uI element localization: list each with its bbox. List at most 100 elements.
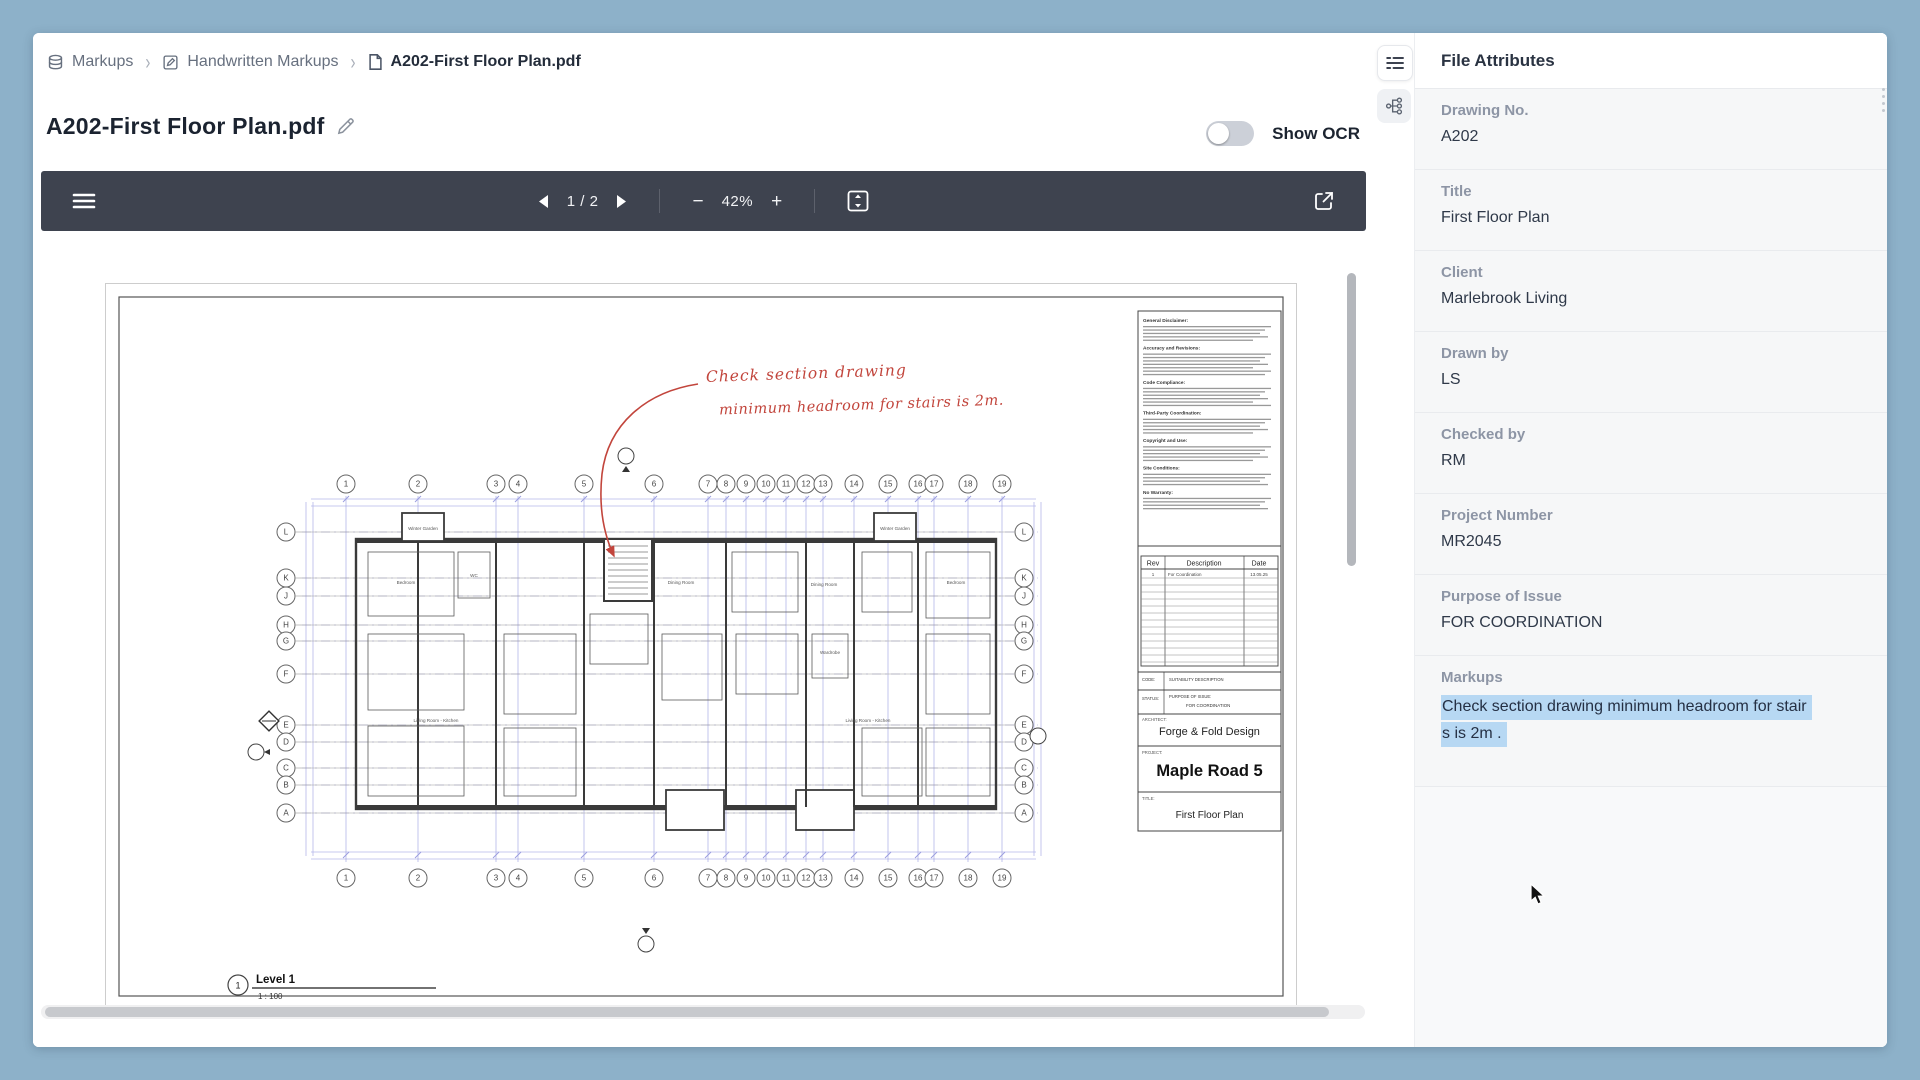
svg-text:13: 13 — [819, 874, 828, 883]
svg-text:Copyright and Use:: Copyright and Use: — [1143, 438, 1188, 444]
svg-text:General Disclaimer:: General Disclaimer: — [1143, 318, 1188, 324]
svg-text:Third-Party Coordination:: Third-Party Coordination: — [1143, 411, 1202, 417]
svg-text:L: L — [284, 528, 289, 537]
svg-text:13: 13 — [819, 480, 828, 489]
svg-text:Check section drawing: Check section drawing — [706, 361, 907, 386]
svg-text:F: F — [1022, 670, 1027, 679]
svg-text:19: 19 — [998, 874, 1007, 883]
svg-text:C: C — [283, 764, 289, 773]
svg-text:E: E — [1021, 721, 1026, 730]
zoom-in-icon[interactable]: + — [767, 188, 786, 215]
fit-page-icon[interactable] — [843, 186, 873, 216]
horizontal-scrollbar — [41, 1005, 1365, 1019]
list-attributes-icon[interactable] — [1377, 45, 1413, 81]
page-title: A202-First Floor Plan.pdf — [46, 113, 324, 140]
svg-text:9: 9 — [744, 874, 749, 883]
svg-text:3: 3 — [494, 874, 499, 883]
svg-text:1: 1 — [344, 874, 349, 883]
svg-text:Living Room - Kitchen: Living Room - Kitchen — [414, 718, 459, 723]
svg-text:J: J — [284, 592, 288, 601]
svg-text:H: H — [283, 621, 289, 630]
svg-text:WC: WC — [470, 573, 478, 578]
svg-text:Maple Road 5: Maple Road 5 — [1156, 762, 1262, 780]
hamburger-icon[interactable] — [68, 188, 100, 214]
attribute-value: RM — [1441, 452, 1867, 470]
external-link-icon[interactable] — [1309, 186, 1339, 216]
svg-text:D: D — [1021, 738, 1027, 747]
svg-text:1: 1 — [1152, 572, 1155, 577]
svg-text:16: 16 — [914, 874, 923, 883]
attribute-label: Client — [1441, 264, 1867, 281]
toggle-knob — [1208, 123, 1229, 144]
svg-text:2: 2 — [416, 480, 421, 489]
breadcrumb-item[interactable]: Handwritten Markups — [162, 53, 338, 71]
vertical-scrollbar-thumb[interactable] — [1347, 273, 1356, 566]
svg-text:Description: Description — [1186, 561, 1221, 568]
attribute-label: Drawn by — [1441, 345, 1867, 362]
svg-text:11: 11 — [782, 480, 791, 489]
attribute-row[interactable]: Drawing No. A202 — [1415, 89, 1887, 170]
show-ocr-toggle[interactable] — [1206, 121, 1254, 146]
svg-text:Code Compliance:: Code Compliance: — [1143, 380, 1186, 386]
attribute-label: Title — [1441, 183, 1867, 200]
zoom-out-icon[interactable]: − — [688, 188, 707, 215]
svg-text:6: 6 — [652, 480, 657, 489]
svg-text:A: A — [283, 809, 289, 818]
panel-scroll-dots — [1882, 88, 1885, 112]
attribute-row[interactable]: TitleFirst Floor Plan — [1415, 170, 1887, 251]
database-icon — [47, 54, 64, 71]
svg-text:Rev: Rev — [1147, 561, 1160, 568]
svg-text:Winter Garden: Winter Garden — [408, 526, 438, 531]
attribute-row[interactable]: Purpose of IssueFOR COORDINATION — [1415, 575, 1887, 656]
highlighted-markup-text: Check section drawing minimum headroom f… — [1441, 695, 1812, 720]
attribute-label: Markups — [1441, 669, 1867, 686]
svg-text:K: K — [283, 574, 289, 583]
svg-text:Dining Room: Dining Room — [811, 582, 838, 587]
svg-text:Bedroom: Bedroom — [397, 580, 416, 585]
svg-text:12: 12 — [802, 874, 811, 883]
attribute-row[interactable]: Project NumberMR2045 — [1415, 494, 1887, 575]
svg-text:19: 19 — [998, 480, 1007, 489]
attribute-value: A202 — [1441, 128, 1867, 146]
svg-text:H: H — [1021, 621, 1027, 630]
svg-text:Date: Date — [1252, 561, 1267, 568]
svg-text:C: C — [1021, 764, 1027, 773]
svg-text:4: 4 — [516, 874, 521, 883]
edit-title-icon[interactable] — [336, 117, 355, 136]
svg-text:Forge & Fold Design: Forge & Fold Design — [1159, 726, 1260, 738]
svg-text:Site Conditions:: Site Conditions: — [1143, 466, 1180, 472]
attribute-row[interactable]: Client Marlebrook Living — [1415, 251, 1887, 332]
document-title-row: A202-First Floor Plan.pdf — [46, 113, 355, 140]
file-attributes-panel: File Attributes Drawing No. A202 TitleFirs… — [1374, 33, 1887, 1047]
attribute-label: Checked by — [1441, 426, 1867, 443]
horizontal-scrollbar-thumb[interactable] — [45, 1007, 1329, 1017]
breadcrumb-item[interactable]: A202-First Floor Plan.pdf — [368, 53, 581, 71]
relations-tree-icon[interactable] — [1377, 89, 1411, 123]
panel-header: File Attributes — [1415, 33, 1887, 89]
svg-text:17: 17 — [930, 480, 939, 489]
svg-text:4: 4 — [516, 480, 521, 489]
svg-text:Level 1: Level 1 — [256, 974, 296, 986]
svg-text:STATUS:: STATUS: — [1142, 696, 1159, 701]
svg-text:18: 18 — [964, 874, 973, 883]
svg-text:B: B — [1021, 781, 1026, 790]
prev-page-icon[interactable] — [534, 191, 553, 212]
svg-text:Winter Garden: Winter Garden — [880, 526, 910, 531]
svg-text:First Floor Plan: First Floor Plan — [1176, 810, 1244, 821]
svg-text:No Warranty:: No Warranty: — [1143, 490, 1173, 496]
svg-text:17: 17 — [930, 874, 939, 883]
pdf-page[interactable]: 1122334455667788991010111112121313141415… — [105, 283, 1297, 1010]
page-indicator: 1 / 2 — [567, 193, 599, 210]
attribute-row[interactable]: Checked by RM — [1415, 413, 1887, 494]
breadcrumb: Markups›Handwritten Markups›A202-First F… — [47, 53, 581, 71]
svg-text:3: 3 — [494, 480, 499, 489]
next-page-icon[interactable] — [612, 191, 631, 212]
svg-text:7: 7 — [706, 874, 711, 883]
breadcrumb-label: Handwritten Markups — [187, 53, 338, 71]
attribute-row[interactable]: Drawn byLS — [1415, 332, 1887, 413]
attribute-value: Marlebrook Living — [1441, 290, 1867, 308]
breadcrumb-item[interactable]: Markups — [47, 53, 133, 71]
attribute-label: Drawing No. — [1441, 102, 1867, 119]
file-icon — [368, 53, 383, 71]
markups-attribute-row[interactable]: Markups Check section drawing minimum hea… — [1415, 656, 1887, 787]
